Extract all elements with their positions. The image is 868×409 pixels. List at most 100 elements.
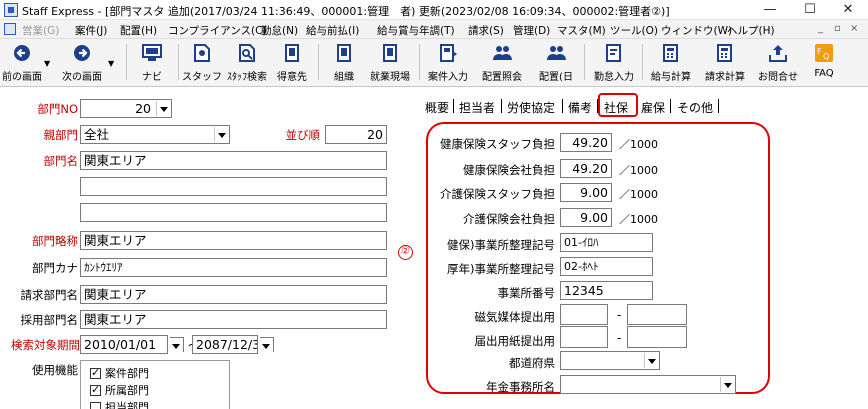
magnetic-media-label: 磁気媒体提出用 xyxy=(474,310,556,324)
staff-button[interactable]: スタッフ xyxy=(182,41,222,85)
pension-office-code-input[interactable]: 02-ﾎﾍﾄ xyxy=(560,257,653,276)
chevron-down-icon[interactable] xyxy=(720,377,734,392)
job-input-icon xyxy=(440,44,457,62)
paper-form-input-1[interactable] xyxy=(560,326,608,348)
care-company-input[interactable]: 9.00 xyxy=(560,208,612,227)
placement-inquiry-button[interactable]: 配置照会 xyxy=(476,41,528,85)
menu-kanri[interactable]: 管理(D) xyxy=(513,23,550,38)
menu-eigyo[interactable]: 営業(G) xyxy=(22,23,59,38)
tab-employment-insurance[interactable]: 雇保 xyxy=(641,99,665,116)
next-dropdown-icon[interactable]: ▼ xyxy=(108,59,114,68)
billing-calc-icon xyxy=(717,44,732,62)
billing-calc-button[interactable]: 請求計算 xyxy=(699,41,751,85)
menu-help[interactable]: ヘルプ(H) xyxy=(727,23,775,38)
job-input-button[interactable]: 案件入力 xyxy=(422,41,474,85)
menu-kyuyo[interactable]: 給与賞与年調(T) xyxy=(377,23,455,38)
menu-seikyu[interactable]: 請求(S) xyxy=(468,23,504,38)
mdi-minimize-button[interactable]: _ xyxy=(818,23,823,34)
prefecture-combo[interactable] xyxy=(560,351,660,370)
title-bar: Staff Express - [部門マスタ 追加(2017/03/24 11:… xyxy=(0,0,868,20)
minimize-button[interactable]: — xyxy=(750,0,790,20)
maximize-button[interactable]: ☐ xyxy=(790,0,830,20)
per-mille-unit: ／1000 xyxy=(619,164,658,177)
menu-kintai[interactable]: 勤怠(N) xyxy=(261,23,298,38)
org-button[interactable]: 組織 xyxy=(326,41,362,85)
period-from-dropdown[interactable] xyxy=(169,337,184,353)
health-staff-label: 健康保険スタッフ負担 xyxy=(440,137,555,151)
tab-person-in-charge[interactable]: 担当者 xyxy=(459,99,495,116)
search-period-label: 検索対象期間 xyxy=(11,338,80,352)
period-from-combo[interactable]: 2010/01/01 xyxy=(80,335,168,354)
menu-maebarai[interactable]: 給与前払(I) xyxy=(306,23,359,38)
menu-tool[interactable]: ツール(O) xyxy=(610,23,658,38)
menu-master[interactable]: マスタ(M) xyxy=(557,23,606,38)
navi-button[interactable]: ナビ xyxy=(134,41,170,85)
charge-dept-checkbox[interactable] xyxy=(90,402,101,409)
dept-kana-input[interactable]: ｶﾝﾄｳｴﾘｱ xyxy=(80,258,387,277)
paper-form-input-2[interactable] xyxy=(627,326,687,348)
magnetic-media-input-1[interactable] xyxy=(560,304,608,325)
monitor-icon xyxy=(142,44,162,61)
parent-dept-combo[interactable]: 全社 xyxy=(80,125,230,144)
svg-text:Q: Q xyxy=(823,52,829,61)
menu-window[interactable]: ウィンドウ(W) xyxy=(661,23,732,38)
tab-labor-agreement[interactable]: 労使協定 xyxy=(507,99,555,116)
tab-separator xyxy=(501,99,502,113)
toolbar-separator xyxy=(318,44,319,80)
care-staff-input[interactable]: 9.00 xyxy=(560,183,612,202)
dept-name-input-2[interactable] xyxy=(80,177,387,196)
dept-name-input-1[interactable]: 関東エリア xyxy=(80,151,387,170)
chevron-down-icon[interactable] xyxy=(156,101,170,116)
parent-dept-label: 親部門 xyxy=(43,128,79,142)
doc-icon xyxy=(4,23,16,35)
menu-haichi[interactable]: 配置(H) xyxy=(120,23,157,38)
faq-button[interactable]: FQ FAQ xyxy=(808,41,840,85)
next-screen-button[interactable]: 次の画面 xyxy=(56,41,108,85)
svg-text:F: F xyxy=(817,47,822,56)
health-office-code-input[interactable]: 01-ｲﾛﾊ xyxy=(560,233,653,252)
period-to-dropdown[interactable] xyxy=(259,337,274,353)
mdi-close-button[interactable]: × xyxy=(850,23,858,34)
period-to-combo[interactable]: 2087/12/31 xyxy=(192,335,258,354)
chevron-down-icon[interactable] xyxy=(259,338,273,353)
payroll-calc-button[interactable]: 給与計算 xyxy=(645,41,697,85)
chevron-down-icon[interactable] xyxy=(644,353,658,368)
chevron-down-icon[interactable] xyxy=(214,127,228,142)
hiring-dept-input[interactable]: 関東エリア xyxy=(80,310,387,329)
client-button[interactable]: 得意先 xyxy=(272,41,312,85)
toolbar-separator xyxy=(178,44,179,80)
toolbar-separator xyxy=(584,44,585,80)
job-dept-label: 案件部門 xyxy=(105,367,149,380)
staff-search-button[interactable]: ｽﾀｯﾌ検索 xyxy=(225,41,269,85)
pension-office-combo[interactable] xyxy=(560,375,736,394)
office-number-input[interactable]: 12345 xyxy=(560,281,653,300)
order-input[interactable]: 20 xyxy=(325,125,387,144)
placement-daily-button[interactable]: 配置(日 xyxy=(530,41,582,85)
dept-name-input-3[interactable] xyxy=(80,203,387,222)
tab-other[interactable]: その他 xyxy=(677,99,713,116)
dept-short-input[interactable]: 関東エリア xyxy=(80,231,387,250)
health-company-input[interactable]: 49.20 xyxy=(560,159,612,178)
belong-dept-label: 所属部門 xyxy=(105,384,149,397)
paper-dash: - xyxy=(617,331,622,345)
menu-compliance[interactable]: コンプライアンス(C) xyxy=(168,23,267,38)
chevron-down-icon[interactable] xyxy=(169,338,183,353)
tab-overview[interactable]: 概要 xyxy=(425,99,449,116)
menu-anken[interactable]: 案件(J) xyxy=(75,23,107,38)
magnetic-media-input-2[interactable] xyxy=(627,304,687,325)
attendance-input-button[interactable]: 勤怠入力 xyxy=(588,41,640,85)
mdi-restore-button[interactable]: ▫ xyxy=(834,23,841,34)
contact-button[interactable]: お問合せ xyxy=(752,41,804,85)
tab-notes[interactable]: 備考 xyxy=(568,99,592,116)
placement-people-icon xyxy=(493,46,512,60)
prev-dropdown-icon[interactable]: ▼ xyxy=(44,59,50,68)
health-staff-input[interactable]: 49.20 xyxy=(560,133,612,152)
close-button[interactable]: ✕ xyxy=(828,0,868,20)
dept-no-combo[interactable]: 20 xyxy=(80,99,172,118)
belong-dept-checkbox[interactable] xyxy=(90,383,101,396)
billing-dept-input[interactable]: 関東エリア xyxy=(80,285,387,304)
job-dept-checkbox[interactable] xyxy=(90,366,101,379)
work-site-button[interactable]: 就業現場 xyxy=(366,41,414,85)
tab-separator xyxy=(562,99,563,113)
prev-screen-button[interactable]: 前の画面 xyxy=(2,41,42,85)
